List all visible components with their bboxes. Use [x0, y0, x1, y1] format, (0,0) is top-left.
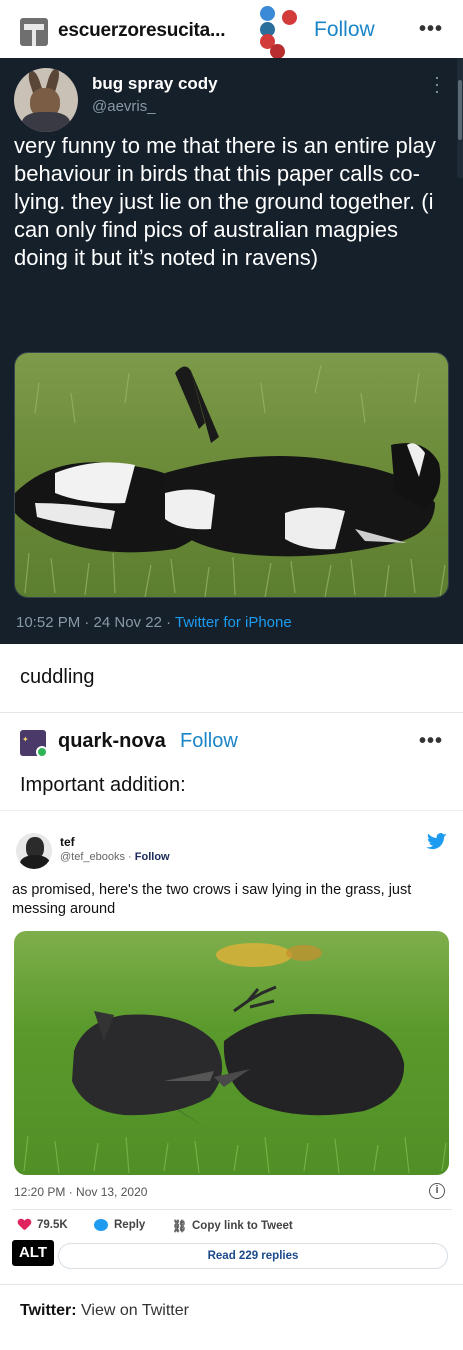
- divider: [0, 1284, 463, 1285]
- info-icon[interactable]: i: [429, 1183, 445, 1199]
- embedded-author-avatar[interactable]: [16, 833, 52, 869]
- embedded-author-name[interactable]: tef: [60, 835, 75, 849]
- reply-icon: [94, 1219, 108, 1231]
- embedded-tweet-text: as promised, here's the two crows i saw …: [12, 882, 412, 917]
- tweet-kebab-icon: · · ·: [434, 67, 440, 101]
- tweet-text: very funny to me that there is an entire…: [14, 133, 436, 270]
- like-action[interactable]: 79.5K: [18, 1219, 68, 1231]
- reply-label: Reply: [114, 1219, 146, 1231]
- divider: [12, 1209, 452, 1210]
- alt-badge[interactable]: ALT: [12, 1240, 54, 1266]
- more-options-icon-2[interactable]: •••: [419, 730, 443, 753]
- blog-avatar[interactable]: [20, 18, 48, 46]
- scrollbar: [457, 58, 463, 178]
- tweet-screenshot-dark: bug spray cody @aevris_ · · · very funny t…: [0, 58, 463, 644]
- magpies-photo: [14, 352, 449, 598]
- reply-action[interactable]: Reply: [94, 1219, 145, 1231]
- tweet-actions: 79.5K Reply ⛓ Copy link to Tweet: [18, 1219, 448, 1237]
- more-options-icon[interactable]: •••: [419, 18, 443, 41]
- read-replies-button[interactable]: Read 229 replies: [58, 1243, 448, 1269]
- tumblr-post-header: escuerzoresucita... Follow •••: [0, 0, 463, 59]
- tweet-timestamp: 10:52 PM · 24 Nov 22 ·: [16, 614, 175, 631]
- heart-icon: [18, 1219, 31, 1231]
- reblog-comment: cuddling: [20, 666, 95, 688]
- embedded-author-handle: @tef_ebooks · Follow: [60, 851, 170, 863]
- tweet-author-avatar: [14, 68, 78, 132]
- view-on-twitter-link[interactable]: View on Twitter: [77, 1302, 189, 1319]
- embedded-handle-text: @tef_ebooks: [60, 851, 125, 863]
- embedded-follow-link[interactable]: Follow: [135, 851, 170, 863]
- tweet-author-name: bug spray cody: [92, 74, 218, 93]
- source-prefix: Twitter:: [20, 1302, 77, 1319]
- reblogger-username[interactable]: quark-nova: [58, 730, 166, 753]
- embed-source-footer[interactable]: Twitter: View on Twitter: [20, 1302, 189, 1320]
- tweet-source-link[interactable]: Twitter for iPhone: [175, 614, 292, 631]
- badges-icon[interactable]: [256, 4, 304, 59]
- tweet-author-handle: @aevris_: [92, 98, 156, 115]
- embedded-tweet: tef @tef_ebooks · Follow as promised, he…: [0, 810, 463, 1280]
- tweet-metadata: 10:52 PM · 24 Nov 22 · Twitter for iPhon…: [16, 614, 292, 631]
- twitter-bird-icon[interactable]: [426, 833, 448, 851]
- reblogger-avatar[interactable]: ✦: [20, 730, 48, 758]
- like-count: 79.5K: [37, 1219, 68, 1231]
- blog-username[interactable]: escuerzoresucita...: [58, 20, 225, 42]
- embedded-timestamp[interactable]: 12:20 PM · Nov 13, 2020: [14, 1185, 147, 1199]
- link-icon: ⛓: [172, 1219, 188, 1233]
- follow-button-2[interactable]: Follow: [180, 730, 238, 753]
- crows-photo[interactable]: [14, 931, 449, 1175]
- follow-button[interactable]: Follow: [314, 18, 375, 42]
- divider: [0, 712, 463, 713]
- copy-link-label: Copy link to Tweet: [192, 1220, 293, 1232]
- copy-link-action[interactable]: ⛓ Copy link to Tweet: [172, 1219, 293, 1233]
- reblog-text: Important addition:: [20, 774, 186, 796]
